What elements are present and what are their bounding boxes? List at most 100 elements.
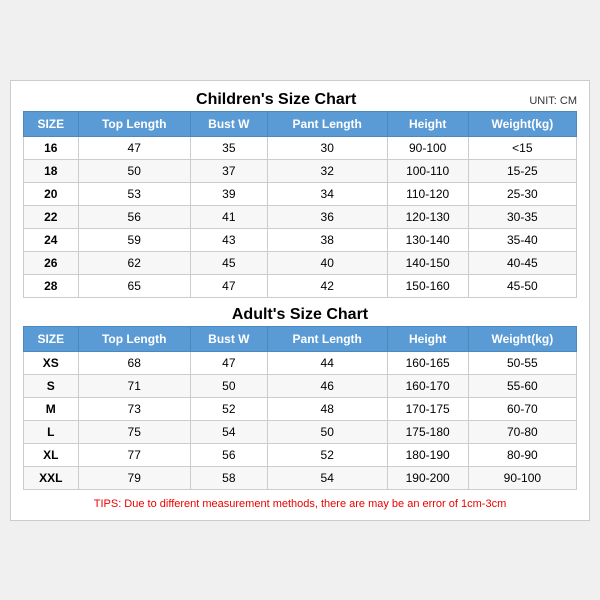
table-cell: 25-30 bbox=[468, 182, 576, 205]
table-cell: 30-35 bbox=[468, 205, 576, 228]
table-cell: 50-55 bbox=[468, 351, 576, 374]
table-cell: 90-100 bbox=[468, 466, 576, 489]
table-cell: 90-100 bbox=[387, 136, 468, 159]
adults-table: SIZE Top Length Bust W Pant Length Heigh… bbox=[23, 326, 577, 490]
adults-col-top-length: Top Length bbox=[78, 326, 190, 351]
table-row: 26624540140-15040-45 bbox=[24, 251, 577, 274]
table-cell: 48 bbox=[267, 397, 387, 420]
table-cell: 40-45 bbox=[468, 251, 576, 274]
children-table: SIZE Top Length Bust W Pant Length Heigh… bbox=[23, 111, 577, 298]
adults-chart-section: Adult's Size Chart SIZE Top Length Bust … bbox=[23, 306, 577, 490]
table-row: L755450175-18070-80 bbox=[24, 420, 577, 443]
table-cell: <15 bbox=[468, 136, 576, 159]
table-cell: 56 bbox=[78, 205, 190, 228]
table-cell: 160-170 bbox=[387, 374, 468, 397]
table-cell: 175-180 bbox=[387, 420, 468, 443]
adults-col-size: SIZE bbox=[24, 326, 79, 351]
table-cell: 40 bbox=[267, 251, 387, 274]
table-cell: 60-70 bbox=[468, 397, 576, 420]
table-cell: 18 bbox=[24, 159, 79, 182]
table-cell: 52 bbox=[267, 443, 387, 466]
table-cell: 170-175 bbox=[387, 397, 468, 420]
table-cell: 73 bbox=[78, 397, 190, 420]
children-title-row: Children's Size Chart UNIT: CM bbox=[23, 91, 577, 109]
table-cell: 42 bbox=[267, 274, 387, 297]
table-cell: 39 bbox=[190, 182, 267, 205]
table-cell: 45 bbox=[190, 251, 267, 274]
table-row: M735248170-17560-70 bbox=[24, 397, 577, 420]
table-cell: 43 bbox=[190, 228, 267, 251]
table-cell: 110-120 bbox=[387, 182, 468, 205]
table-cell: 100-110 bbox=[387, 159, 468, 182]
adults-title-row: Adult's Size Chart bbox=[23, 306, 577, 324]
table-cell: 140-150 bbox=[387, 251, 468, 274]
table-cell: 22 bbox=[24, 205, 79, 228]
adults-col-weight: Weight(kg) bbox=[468, 326, 576, 351]
children-chart-title: Children's Size Chart bbox=[23, 91, 529, 109]
table-row: 1647353090-100<15 bbox=[24, 136, 577, 159]
table-cell: 32 bbox=[267, 159, 387, 182]
table-cell: 54 bbox=[190, 420, 267, 443]
table-cell: S bbox=[24, 374, 79, 397]
table-cell: XXL bbox=[24, 466, 79, 489]
adults-header-row: SIZE Top Length Bust W Pant Length Heigh… bbox=[24, 326, 577, 351]
table-cell: 20 bbox=[24, 182, 79, 205]
table-row: 28654742150-16045-50 bbox=[24, 274, 577, 297]
size-chart-container: Children's Size Chart UNIT: CM SIZE Top … bbox=[10, 80, 590, 521]
table-cell: 150-160 bbox=[387, 274, 468, 297]
table-cell: 80-90 bbox=[468, 443, 576, 466]
table-row: 20533934110-12025-30 bbox=[24, 182, 577, 205]
table-cell: 16 bbox=[24, 136, 79, 159]
adults-col-height: Height bbox=[387, 326, 468, 351]
table-cell: 47 bbox=[190, 351, 267, 374]
table-cell: 30 bbox=[267, 136, 387, 159]
table-cell: 70-80 bbox=[468, 420, 576, 443]
table-cell: 28 bbox=[24, 274, 79, 297]
table-cell: 45-50 bbox=[468, 274, 576, 297]
children-chart-section: Children's Size Chart UNIT: CM SIZE Top … bbox=[23, 91, 577, 298]
children-col-size: SIZE bbox=[24, 111, 79, 136]
table-row: 22564136120-13030-35 bbox=[24, 205, 577, 228]
table-cell: 53 bbox=[78, 182, 190, 205]
table-cell: 130-140 bbox=[387, 228, 468, 251]
table-cell: 26 bbox=[24, 251, 79, 274]
table-cell: XS bbox=[24, 351, 79, 374]
table-cell: 50 bbox=[267, 420, 387, 443]
table-cell: 180-190 bbox=[387, 443, 468, 466]
table-cell: 46 bbox=[267, 374, 387, 397]
table-cell: 160-165 bbox=[387, 351, 468, 374]
table-cell: 79 bbox=[78, 466, 190, 489]
table-cell: 44 bbox=[267, 351, 387, 374]
table-cell: 62 bbox=[78, 251, 190, 274]
table-cell: 36 bbox=[267, 205, 387, 228]
table-cell: 190-200 bbox=[387, 466, 468, 489]
table-cell: 68 bbox=[78, 351, 190, 374]
table-cell: M bbox=[24, 397, 79, 420]
children-col-pant: Pant Length bbox=[267, 111, 387, 136]
table-row: 18503732100-11015-25 bbox=[24, 159, 577, 182]
table-cell: 47 bbox=[190, 274, 267, 297]
table-cell: 71 bbox=[78, 374, 190, 397]
children-col-height: Height bbox=[387, 111, 468, 136]
adults-col-pant: Pant Length bbox=[267, 326, 387, 351]
table-cell: 77 bbox=[78, 443, 190, 466]
table-cell: XL bbox=[24, 443, 79, 466]
table-cell: 15-25 bbox=[468, 159, 576, 182]
adults-chart-title: Adult's Size Chart bbox=[23, 306, 577, 324]
table-cell: 65 bbox=[78, 274, 190, 297]
children-unit-label: UNIT: CM bbox=[529, 95, 577, 107]
children-col-bust: Bust W bbox=[190, 111, 267, 136]
table-cell: 24 bbox=[24, 228, 79, 251]
table-row: XS684744160-16550-55 bbox=[24, 351, 577, 374]
tips-text: TIPS: Due to different measurement metho… bbox=[23, 498, 577, 510]
table-row: XL775652180-19080-90 bbox=[24, 443, 577, 466]
table-cell: 120-130 bbox=[387, 205, 468, 228]
adults-col-bust: Bust W bbox=[190, 326, 267, 351]
table-row: XXL795854190-20090-100 bbox=[24, 466, 577, 489]
table-cell: 37 bbox=[190, 159, 267, 182]
table-cell: L bbox=[24, 420, 79, 443]
table-cell: 52 bbox=[190, 397, 267, 420]
table-cell: 56 bbox=[190, 443, 267, 466]
table-row: S715046160-17055-60 bbox=[24, 374, 577, 397]
table-cell: 35 bbox=[190, 136, 267, 159]
